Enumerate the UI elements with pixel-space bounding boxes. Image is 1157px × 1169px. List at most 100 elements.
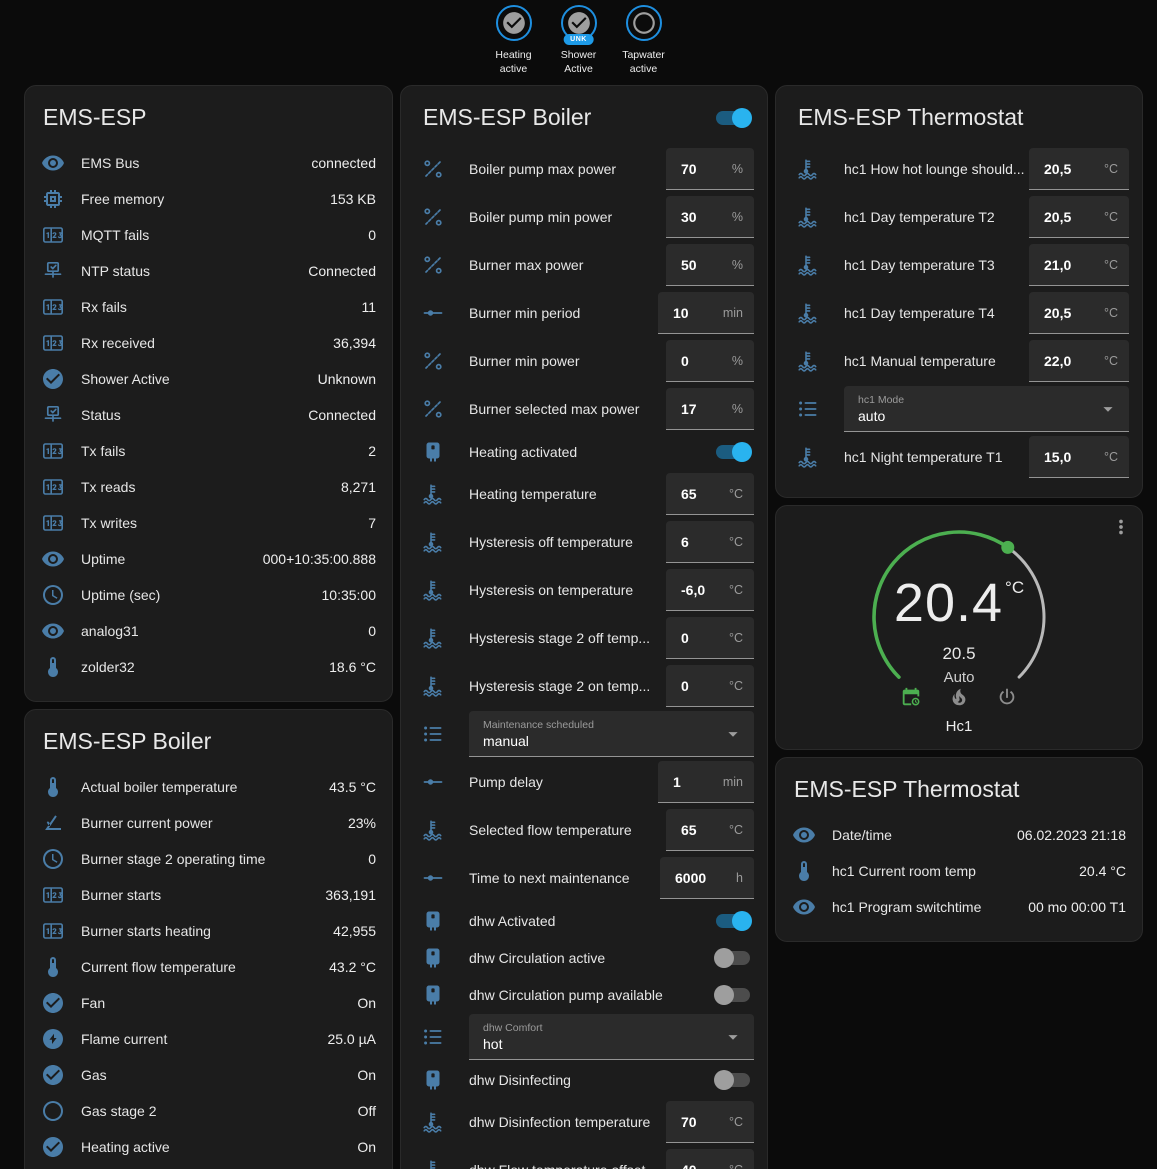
entity-row[interactable]: Heating pump On <box>41 1165 376 1169</box>
entity-row[interactable]: Status Connected <box>41 397 376 433</box>
entity-row[interactable]: Time to next maintenance 6000 h <box>421 854 754 902</box>
entity-row[interactable]: dhw Disinfecting <box>421 1061 754 1098</box>
entity-row[interactable]: MQTT fails 0 <box>41 217 376 253</box>
toggle-switch[interactable] <box>716 951 750 965</box>
toggle-switch[interactable] <box>716 914 750 928</box>
entity-row[interactable]: Gas stage 2 Off <box>41 1093 376 1129</box>
number-input[interactable]: 65 °C <box>666 473 754 515</box>
entity-row[interactable]: Date/time 06.02.2023 21:18 <box>792 817 1126 853</box>
entity-row[interactable]: hc1 Mode auto <box>796 385 1129 433</box>
entity-row[interactable]: dhw Circulation pump available <box>421 976 754 1013</box>
entity-row[interactable]: Selected flow temperature 65 °C <box>421 806 754 854</box>
entity-row[interactable]: Gas On <box>41 1057 376 1093</box>
entity-row[interactable]: EMS Bus connected <box>41 145 376 181</box>
entity-row[interactable]: hc1 Manual temperature 22,0 °C <box>796 337 1129 385</box>
thermostat-dial[interactable]: 20.4°C 20.5 Auto <box>864 522 1054 712</box>
toggle-switch[interactable] <box>716 445 750 459</box>
entity-row[interactable]: Flame current 25.0 µA <box>41 1021 376 1057</box>
entity-row[interactable]: Hysteresis stage 2 on temp... 0 °C <box>421 662 754 710</box>
entity-row[interactable]: analog31 0 <box>41 613 376 649</box>
entity-row[interactable]: Tx writes 7 <box>41 505 376 541</box>
number-input[interactable]: 22,0 °C <box>1029 340 1129 382</box>
entity-row[interactable]: Burner starts heating 42,955 <box>41 913 376 949</box>
entity-row[interactable]: dhw Circulation active <box>421 939 754 976</box>
number-input[interactable]: 70 % <box>666 148 754 190</box>
number-input[interactable]: 10 min <box>658 292 754 334</box>
number-input[interactable]: 30 % <box>666 196 754 238</box>
number-input[interactable]: -6,0 °C <box>666 569 754 611</box>
state-badge[interactable]: UNK ShowerActive <box>551 5 607 76</box>
entity-row[interactable]: Uptime 000+10:35:00.888 <box>41 541 376 577</box>
number-input[interactable]: 15,0 °C <box>1029 436 1129 478</box>
entity-row[interactable]: Current flow temperature 43.2 °C <box>41 949 376 985</box>
entity-row[interactable]: dhw Comfort hot <box>421 1013 754 1061</box>
entity-row[interactable]: dhw Flow temperature offset 40 °C <box>421 1146 754 1169</box>
entity-row[interactable]: hc1 Day temperature T3 21,0 °C <box>796 241 1129 289</box>
number-input[interactable]: 17 % <box>666 388 754 430</box>
card-power-toggle[interactable] <box>716 111 750 125</box>
dots-vertical-icon[interactable] <box>1110 516 1132 538</box>
entity-row[interactable]: dhw Activated <box>421 902 754 939</box>
entity-row[interactable]: hc1 Current room temp 20.4 °C <box>792 853 1126 889</box>
dial-handle[interactable] <box>1001 541 1014 554</box>
number-input[interactable]: 40 °C <box>666 1149 754 1169</box>
entity-row[interactable]: Heating active On <box>41 1129 376 1165</box>
number-input[interactable]: 1 min <box>658 761 754 803</box>
number-input[interactable]: 20,5 °C <box>1029 196 1129 238</box>
toggle-switch[interactable] <box>716 1073 750 1087</box>
entity-row[interactable]: hc1 Day temperature T4 20,5 °C <box>796 289 1129 337</box>
number-input[interactable]: 0 °C <box>666 665 754 707</box>
entity-row[interactable]: Boiler pump min power 30 % <box>421 193 754 241</box>
entity-row[interactable]: Shower Active Unknown <box>41 361 376 397</box>
entity-row[interactable]: Burner starts 363,191 <box>41 877 376 913</box>
state-badge[interactable]: Heatingactive <box>486 5 542 76</box>
entity-row[interactable]: Actual boiler temperature 43.5 °C <box>41 769 376 805</box>
entity-row[interactable]: Burner current power 23% <box>41 805 376 841</box>
entity-row[interactable]: Hysteresis on temperature -6,0 °C <box>421 566 754 614</box>
entity-row[interactable]: Burner max power 50 % <box>421 241 754 289</box>
entity-row[interactable]: Tx fails 2 <box>41 433 376 469</box>
entity-row[interactable]: Heating temperature 65 °C <box>421 470 754 518</box>
entity-row[interactable]: hc1 How hot lounge should... 20,5 °C <box>796 145 1129 193</box>
badge-circle[interactable]: UNK <box>561 5 597 41</box>
number-input[interactable]: 6000 h <box>660 857 754 899</box>
number-input[interactable]: 20,5 °C <box>1029 148 1129 190</box>
entity-row[interactable]: Burner selected max power 17 % <box>421 385 754 433</box>
entity-row[interactable]: Hysteresis stage 2 off temp... 0 °C <box>421 614 754 662</box>
number-input[interactable]: 0 °C <box>666 617 754 659</box>
number-input[interactable]: 50 % <box>666 244 754 286</box>
number-input[interactable]: 0 % <box>666 340 754 382</box>
entity-row[interactable]: Pump delay 1 min <box>421 758 754 806</box>
entity-row[interactable]: hc1 Day temperature T2 20,5 °C <box>796 193 1129 241</box>
number-input[interactable]: 65 °C <box>666 809 754 851</box>
entity-row[interactable]: Burner min power 0 % <box>421 337 754 385</box>
entity-row[interactable]: zolder32 18.6 °C <box>41 649 376 685</box>
entity-row[interactable]: NTP status Connected <box>41 253 376 289</box>
entity-row[interactable]: Boiler pump max power 70 % <box>421 145 754 193</box>
entity-row[interactable]: Fan On <box>41 985 376 1021</box>
toggle-switch[interactable] <box>716 988 750 1002</box>
select-input[interactable]: Maintenance scheduled manual <box>469 711 754 757</box>
number-input[interactable]: 21,0 °C <box>1029 244 1129 286</box>
entity-row[interactable]: Burner stage 2 operating time 0 <box>41 841 376 877</box>
entity-row[interactable]: hc1 Night temperature T1 15,0 °C <box>796 433 1129 481</box>
entity-row[interactable]: Maintenance scheduled manual <box>421 710 754 758</box>
number-input[interactable]: 6 °C <box>666 521 754 563</box>
badge-circle[interactable] <box>626 5 662 41</box>
entity-row[interactable]: Heating activated <box>421 433 754 470</box>
state-badge[interactable]: Tapwateractive <box>616 5 672 76</box>
entity-row[interactable]: Hysteresis off temperature 6 °C <box>421 518 754 566</box>
entity-row[interactable]: Uptime (sec) 10:35:00 <box>41 577 376 613</box>
select-input[interactable]: dhw Comfort hot <box>469 1014 754 1060</box>
badge-circle[interactable] <box>496 5 532 41</box>
entity-row[interactable]: hc1 Program switchtime 00 mo 00:00 T1 <box>792 889 1126 925</box>
entity-row[interactable]: Burner min period 10 min <box>421 289 754 337</box>
entity-row[interactable]: Rx received 36,394 <box>41 325 376 361</box>
entity-row[interactable]: Tx reads 8,271 <box>41 469 376 505</box>
entity-row[interactable]: Free memory 153 KB <box>41 181 376 217</box>
select-input[interactable]: hc1 Mode auto <box>844 386 1129 432</box>
number-input[interactable]: 70 °C <box>666 1101 754 1143</box>
entity-row[interactable]: Rx fails 11 <box>41 289 376 325</box>
entity-row[interactable]: dhw Disinfection temperature 70 °C <box>421 1098 754 1146</box>
number-input[interactable]: 20,5 °C <box>1029 292 1129 334</box>
